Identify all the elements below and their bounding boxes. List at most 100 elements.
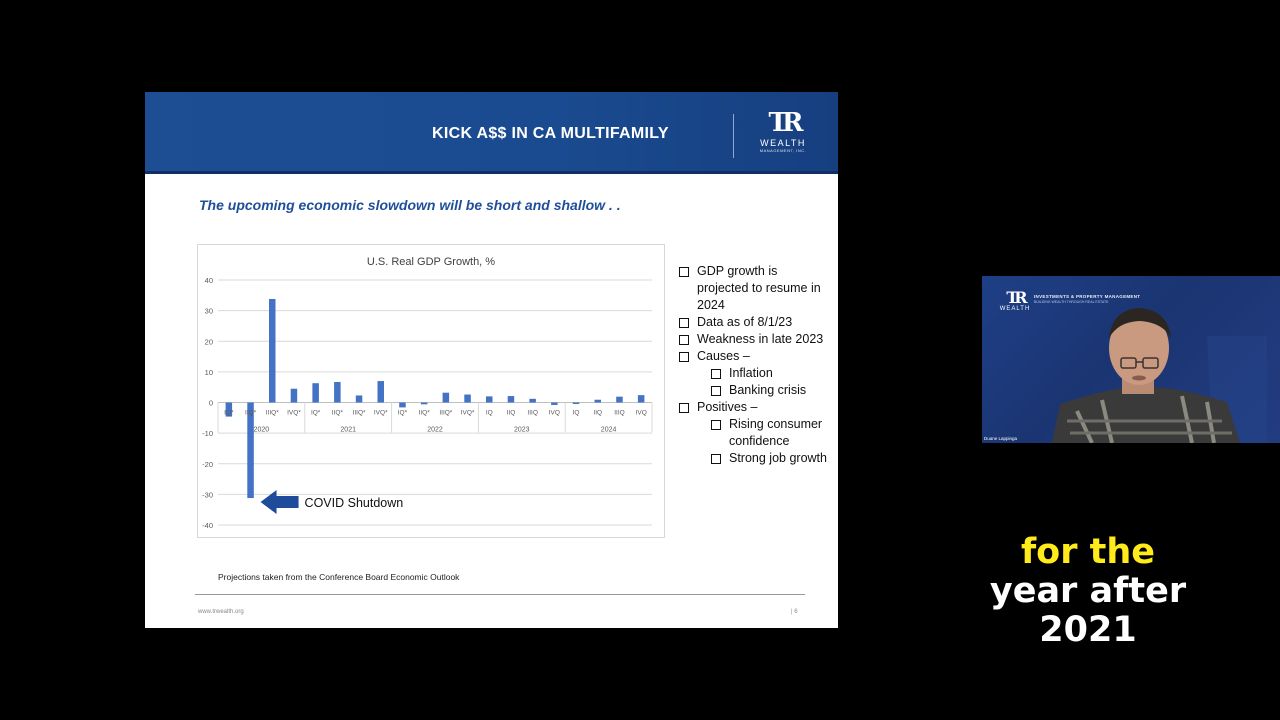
bullet-item: Data as of 8/1/23 [677, 314, 827, 331]
bullet-item: Strong job growth [677, 450, 827, 467]
x-tick-label: IIQ [593, 410, 602, 417]
chart-bar [616, 396, 623, 403]
checkbox-bullet-icon [679, 318, 689, 328]
chart-bar [529, 398, 536, 403]
bullet-list: GDP growth is projected to resume in 202… [677, 263, 827, 467]
checkbox-bullet-icon [679, 267, 689, 277]
bullet-text: Rising consumer confidence [729, 417, 823, 448]
bullet-text: Strong job growth [729, 451, 827, 465]
page-number: | 6 [791, 609, 798, 615]
x-tick-label: IVQ* [374, 410, 388, 417]
caption-line-2: year after [989, 571, 1187, 611]
y-tick-label: 10 [205, 368, 213, 377]
chart-bar [269, 298, 276, 403]
x-tick-label: IQ* [311, 410, 321, 417]
chart-bar [572, 402, 580, 405]
bullet-item: Causes – [677, 348, 827, 365]
y-tick-label: -10 [202, 429, 213, 438]
bullet-text: Causes – [697, 349, 750, 363]
footer-url: www.trwealth.org [198, 609, 244, 615]
x-tick-label: IIIQ [614, 410, 624, 417]
annotation-label: COVID Shutdown [305, 496, 404, 510]
bullet-item: Weakness in late 2023 [677, 331, 827, 348]
y-tick-label: 20 [205, 337, 213, 346]
checkbox-bullet-icon [711, 454, 721, 464]
x-tick-label: IIQ* [419, 410, 431, 417]
x-tick-label: IQ [486, 410, 493, 417]
chart-bar [290, 388, 298, 403]
x-group-label: 2023 [514, 427, 530, 434]
bullet-item: Inflation [677, 365, 827, 382]
header-underline [145, 171, 838, 174]
checkbox-bullet-icon [711, 386, 721, 396]
presenter-webcam: TR WEALTH INVESTMENTS & PROPERTY MANAGEM… [982, 276, 1280, 443]
chart-bar [247, 402, 254, 499]
presenter-name: Duane Lappinga [984, 436, 1018, 441]
chart-bar [551, 402, 558, 405]
x-tick-label: IQ* [224, 410, 234, 417]
logo-subtext: MANAGEMENT, INC. [759, 148, 807, 153]
x-tick-label: IVQ [636, 410, 647, 417]
chart-bar [486, 396, 493, 403]
checkbox-bullet-icon [679, 352, 689, 362]
y-tick-label: -40 [202, 521, 213, 530]
x-tick-label: IQ [573, 410, 580, 417]
y-tick-label: 0 [209, 399, 213, 408]
bullet-text: Banking crisis [729, 383, 807, 397]
bullet-text: Positives – [697, 400, 758, 414]
presentation-slide: KICK A$$ IN CA MULTIFAMILY TR WEALTH MAN… [145, 92, 838, 628]
checkbox-bullet-icon [679, 335, 689, 345]
logo-mark: TR [768, 108, 804, 138]
x-group-label: 2020 [254, 427, 270, 434]
chart-bar [334, 381, 341, 403]
x-group-label: 2022 [427, 427, 443, 434]
logo-word: WEALTH [760, 138, 806, 148]
chart-bar [442, 392, 450, 403]
bullet-text: Inflation [729, 366, 773, 380]
chart-bar [355, 395, 363, 403]
header-divider [733, 114, 734, 158]
y-tick-label: 30 [205, 307, 213, 316]
annotation-arrow-icon [260, 490, 299, 515]
x-tick-label: IIQ* [332, 410, 344, 417]
slide-title: KICK A$$ IN CA MULTIFAMILY [432, 125, 669, 142]
caption-line-3: 2021 [1039, 610, 1137, 650]
y-tick-label: -30 [202, 490, 213, 499]
slide-headline: The upcoming economic slowdown will be s… [199, 197, 621, 213]
checkbox-bullet-icon [679, 403, 689, 413]
x-tick-label: IIQ [507, 410, 516, 417]
bullet-item: Banking crisis [677, 382, 827, 399]
x-tick-label: IVQ [549, 410, 560, 417]
x-tick-label: IVQ* [287, 410, 301, 417]
bullet-text: GDP growth is projected to resume in 202… [697, 264, 821, 312]
presenter-figure [1052, 308, 1267, 443]
x-tick-label: IIQ* [245, 410, 257, 417]
x-tick-label: IVQ* [461, 410, 475, 417]
source-note: Projections taken from the Conference Bo… [218, 572, 460, 582]
x-tick-label: IIIQ* [439, 410, 452, 417]
bullet-item: Positives – [677, 399, 827, 416]
gdp-chart-svg: U.S. Real GDP Growth, % 40 30 20 10 0 -10 -20 -3… [202, 256, 653, 530]
bullet-text: Data as of 8/1/23 [697, 315, 793, 329]
footer-divider [195, 594, 805, 595]
chart-bar [464, 394, 471, 403]
slide-header: KICK A$$ IN CA MULTIFAMILY TR WEALTH MAN… [145, 92, 838, 174]
checkbox-bullet-icon [711, 420, 721, 430]
x-group-label: 2021 [340, 427, 356, 434]
chart-title: U.S. Real GDP Growth, % [367, 256, 495, 268]
checkbox-bullet-icon [711, 369, 721, 379]
y-tick-label: -20 [202, 460, 213, 469]
video-caption: for the year after 2021 [980, 533, 1196, 650]
bullet-item: Rising consumer confidence [677, 416, 827, 450]
x-tick-label: IQ* [398, 410, 408, 417]
chart-bar [594, 399, 601, 403]
bullet-item: GDP growth is projected to resume in 202… [677, 263, 827, 314]
chart-bar [312, 383, 319, 403]
chart-bar [507, 396, 515, 403]
chart-bar [420, 402, 428, 405]
tr-wealth-logo: TR WEALTH MANAGEMENT, INC. [753, 110, 813, 162]
chart-bar [377, 381, 384, 403]
chart-bar [399, 402, 406, 408]
y-tick-label: 40 [205, 276, 213, 285]
chart-bar [637, 395, 645, 403]
